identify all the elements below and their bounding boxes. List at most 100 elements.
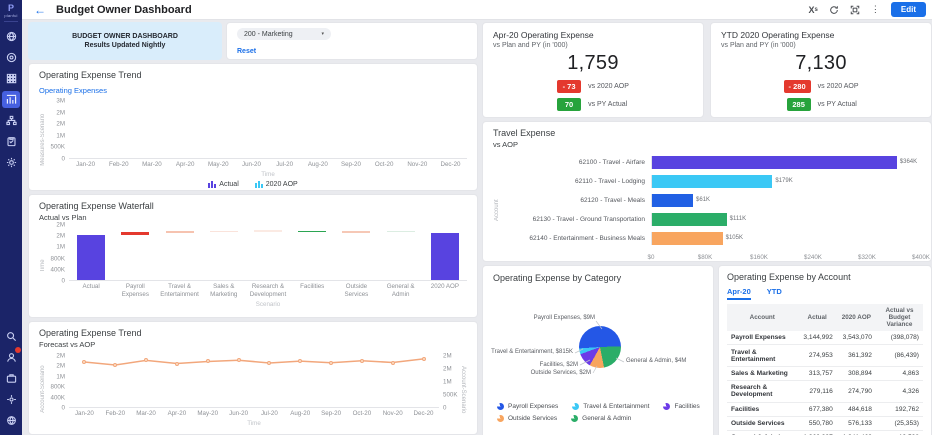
legend-bars-icon <box>208 181 216 188</box>
column-header: Actual vs Budget Variance <box>876 304 923 331</box>
kpi-delta-badge: 70 <box>557 98 581 111</box>
legend-item-travel-entertainment[interactable]: Travel & Entertainment <box>572 403 649 410</box>
line-marker <box>206 359 210 363</box>
table-cell: 3,144,992 <box>798 331 837 345</box>
notifications-icon[interactable] <box>2 349 20 366</box>
legend-item-2020-aop[interactable]: 2020 AOP <box>255 181 298 188</box>
x-tick: $80K <box>698 254 712 261</box>
kpi-subtitle: vs Plan and PY (in '000) <box>721 42 921 49</box>
pie-label-facilities: Facilities, $2M <box>523 362 578 368</box>
x-axis-label: Scenario <box>69 301 467 308</box>
pie-label-general-admin: General & Admin, $4M <box>626 358 686 364</box>
edit-button[interactable]: Edit <box>891 2 926 17</box>
waterfall-bar <box>121 232 149 235</box>
y-tick: 2M <box>443 352 452 359</box>
chart-subtitle: Actual vs Plan <box>39 213 467 222</box>
dimension-filter-card: 200 - Marketing ▾ Reset <box>226 22 478 60</box>
waterfall-column <box>379 225 423 280</box>
line-marker <box>237 358 241 362</box>
y-axis-label: Measures-Scenario <box>39 101 47 178</box>
hbar-category-label: 62130 - Travel - Ground Transportation <box>501 216 651 223</box>
gear-icon[interactable] <box>2 154 20 171</box>
x-axis-ticks: $0$80K$160K$240K$320K$400K <box>651 254 921 263</box>
y-tick: 500K <box>51 144 65 151</box>
hbar-bar <box>652 156 897 169</box>
target-icon[interactable] <box>2 49 20 66</box>
table-cell: 576,133 <box>837 416 876 430</box>
table-row: Travel & Entertainment274,953361,392(86,… <box>727 345 923 366</box>
briefcase-icon[interactable] <box>2 370 20 387</box>
table-title: Operating Expense by Account <box>727 272 923 282</box>
department-dropdown[interactable]: 200 - Marketing ▾ <box>237 28 331 40</box>
top-app-bar: ← Budget Owner Dashboard Xs ⋮ Edit <box>22 0 932 20</box>
tab-apr-20[interactable]: Apr-20 <box>727 287 751 300</box>
substitution-variables-icon[interactable]: Xs <box>809 5 818 15</box>
tab-ytd[interactable]: YTD <box>767 287 782 300</box>
x-tick: Sep-20 <box>334 161 367 169</box>
hbar-bar <box>652 194 693 207</box>
x-tick: Facilities <box>290 283 334 299</box>
grid-icon[interactable] <box>2 70 20 87</box>
x-tick: $320K <box>858 254 876 261</box>
legend-item-facilities[interactable]: Facilities <box>663 403 699 410</box>
y-axis-label: Account <box>493 153 501 267</box>
table-row: Research & Development279,116274,7904,32… <box>727 381 923 402</box>
hbar-category-label: 62120 - Travel - Meals <box>501 197 651 204</box>
legend-bars-icon <box>255 181 263 188</box>
legend-label: General & Admin <box>582 415 631 422</box>
table-cell: 4,863 <box>876 366 923 380</box>
x-tick: Jun-20 <box>223 410 254 418</box>
table-tabs: Apr-20 YTD <box>727 287 923 300</box>
settings-icon[interactable] <box>2 391 20 408</box>
opex-waterfall-card: Operating Expense Waterfall Actual vs Pl… <box>28 194 478 318</box>
legend-pie-icon <box>571 415 578 422</box>
fullscreen-icon[interactable] <box>850 5 860 15</box>
legend-label: Outside Services <box>508 415 557 422</box>
legend-item-general-admin[interactable]: General & Admin <box>571 415 631 422</box>
hbar-category-label: 62110 - Travel - Lodging <box>501 178 651 185</box>
table-cell: 361,392 <box>837 345 876 366</box>
back-arrow-icon[interactable]: ← <box>34 4 46 16</box>
opex-forecast-card: Operating Expense Trend Forecast vs AOP … <box>28 321 478 435</box>
hbar-value-label: $364K <box>900 159 917 165</box>
globe-icon[interactable] <box>2 28 20 45</box>
waterfall-bar <box>254 230 282 232</box>
y-tick: 0 <box>62 278 65 285</box>
column-header: Actual <box>798 304 837 331</box>
reset-link[interactable]: Reset <box>237 48 256 55</box>
pie-label-outside: Outside Services, $2M <box>513 370 591 376</box>
x-tick: Sep-20 <box>316 410 347 418</box>
kpi-delta-badge: - 280 <box>784 80 811 93</box>
x-tick: May-20 <box>192 410 223 418</box>
table-row: Sales & Marketing313,757308,8944,863 <box>727 366 923 380</box>
notification-badge <box>15 347 21 353</box>
x-tick: May-20 <box>202 161 235 169</box>
refresh-icon[interactable] <box>829 5 839 15</box>
kpi-card-0: Apr-20 Operating Expensevs Plan and PY (… <box>482 22 704 118</box>
kpi-deltas: - 73vs 2020 AOP70vs PY Actual <box>493 80 693 111</box>
x-tick: Feb-20 <box>102 161 135 169</box>
help-globe-icon[interactable] <box>2 412 20 429</box>
hierarchy-icon[interactable] <box>2 112 20 129</box>
bar-line-plot <box>69 352 439 408</box>
x-axis-label: Time <box>69 420 439 427</box>
clipboard-icon[interactable] <box>2 133 20 150</box>
pie-legend: Payroll Expenses Travel & Entertainment Fa… <box>497 403 700 422</box>
legend-label: 2020 AOP <box>266 181 298 188</box>
info-subtitle: Results Updated Nightly <box>85 42 166 49</box>
hbar-bar <box>652 175 772 188</box>
y-tick: 400K <box>51 266 65 273</box>
search-icon[interactable] <box>2 328 20 345</box>
operating-expenses-link[interactable]: Operating Expenses <box>39 86 107 95</box>
y-tick: 500K <box>443 391 457 398</box>
y-tick: 1M <box>56 244 65 251</box>
dashboards-icon[interactable] <box>2 91 20 108</box>
line-marker <box>82 360 86 364</box>
more-menu-icon[interactable]: ⋮ <box>871 4 880 15</box>
waterfall-bar <box>166 231 194 233</box>
legend-item-outside-services[interactable]: Outside Services <box>497 415 557 422</box>
hbar-row: 62140 - Entertainment - Business Meals$1… <box>501 229 921 248</box>
table-cell: 3,543,070 <box>837 331 876 345</box>
legend-item-actual[interactable]: Actual <box>208 181 238 188</box>
legend-item-payroll-expenses[interactable]: Payroll Expenses <box>497 403 558 410</box>
